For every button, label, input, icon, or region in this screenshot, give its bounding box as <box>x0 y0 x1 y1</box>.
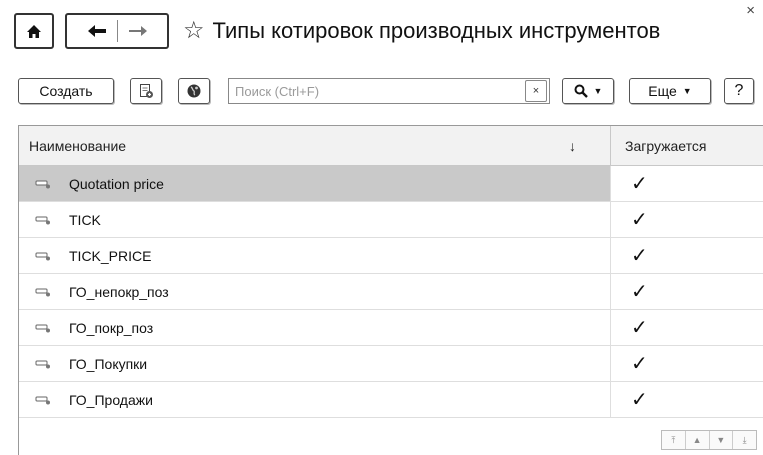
catalog-item-icon <box>35 324 50 332</box>
catalog-item-icon <box>35 360 50 368</box>
name-cell: Quotation price <box>19 166 610 201</box>
back-button[interactable] <box>87 24 107 38</box>
name-cell: ГО_покр_поз <box>19 310 610 345</box>
search-field: × <box>228 78 550 104</box>
checkmark-icon: ✓ <box>610 202 763 237</box>
table-row[interactable]: Quotation price ✓ <box>19 166 763 202</box>
catalog-item-icon <box>35 288 50 296</box>
name-cell: TICK <box>19 202 610 237</box>
name-cell: ГО_Продажи <box>19 382 610 417</box>
list-table: Наименование ↓ Загружается Quotation pri… <box>18 125 763 455</box>
name-cell: ГО_Покупки <box>19 346 610 381</box>
checkmark-icon: ✓ <box>610 382 763 417</box>
chevron-down-icon: ▼ <box>682 86 692 96</box>
row-name: ГО_покр_поз <box>69 319 154 336</box>
search-input[interactable] <box>229 79 525 103</box>
page-title: Типы котировок производных инструментов <box>212 18 661 43</box>
checkmark-icon: ✓ <box>610 238 763 273</box>
forward-button[interactable] <box>128 24 148 38</box>
help-button-label: ? <box>734 82 744 99</box>
row-name: Quotation price <box>69 175 164 192</box>
table-row[interactable]: ГО_Покупки ✓ <box>19 346 763 382</box>
table-header: Наименование ↓ Загружается <box>19 126 763 166</box>
row-name: ГО_Продажи <box>69 391 153 408</box>
clear-search-button[interactable]: × <box>525 80 547 102</box>
checkmark-icon: ✓ <box>610 310 763 345</box>
checkmark-icon: ✓ <box>610 274 763 309</box>
column-header-loaded[interactable]: Загружается <box>610 126 763 166</box>
globe-button[interactable] <box>178 78 210 104</box>
star-outline-icon[interactable]: ☆ <box>183 19 205 43</box>
help-button[interactable]: ? <box>724 78 754 104</box>
magnifier-icon <box>574 84 588 98</box>
create-button[interactable]: Создать <box>18 78 114 104</box>
row-name: ГО_Покупки <box>69 355 148 372</box>
scroll-last-button[interactable]: ⤓ <box>733 431 756 449</box>
home-icon <box>27 24 41 38</box>
catalog-item-icon <box>35 180 50 188</box>
home-button[interactable] <box>14 13 54 49</box>
scroll-first-button[interactable]: ⤒ <box>662 431 686 449</box>
history-nav <box>65 13 169 49</box>
checkmark-icon: ✓ <box>610 166 763 201</box>
more-button-label: Еще <box>648 83 677 99</box>
table-row[interactable]: ГО_непокр_поз ✓ <box>19 274 763 310</box>
column-header-name[interactable]: Наименование <box>29 126 126 166</box>
window: × ☆ Типы котировок производных инструмен… <box>0 0 763 455</box>
catalog-item-icon <box>35 216 50 224</box>
chevron-down-icon: ▼ <box>593 86 603 96</box>
more-button[interactable]: Еще ▼ <box>629 78 711 104</box>
create-button-label: Создать <box>39 83 93 99</box>
scroll-down-button[interactable]: ▼ <box>710 431 734 449</box>
catalog-item-icon <box>35 396 50 404</box>
catalog-item-icon <box>35 252 50 260</box>
table-row[interactable]: ГО_Продажи ✓ <box>19 382 763 418</box>
name-cell: TICK_PRICE <box>19 238 610 273</box>
row-name: ГО_непокр_поз <box>69 283 169 300</box>
scroll-up-button[interactable]: ▲ <box>686 431 710 449</box>
arrow-left-icon <box>87 25 106 37</box>
title-row: ☆ Типы котировок производных инструменто… <box>183 13 660 49</box>
scroll-navigation: ⤒ ▲ ▼ ⤓ <box>661 430 757 450</box>
copy-document-button[interactable] <box>130 78 162 104</box>
find-button[interactable]: ▼ <box>562 78 614 104</box>
divider <box>116 20 118 42</box>
table-row[interactable]: ГО_покр_поз ✓ <box>19 310 763 346</box>
close-icon[interactable]: × <box>746 3 755 18</box>
globe-icon <box>187 84 201 98</box>
table-row[interactable]: TICK_PRICE ✓ <box>19 238 763 274</box>
row-name: TICK_PRICE <box>69 247 152 264</box>
document-copy-icon <box>140 84 153 98</box>
checkmark-icon: ✓ <box>610 346 763 381</box>
sort-arrow-icon: ↓ <box>569 138 576 154</box>
row-name: TICK <box>69 211 101 228</box>
arrow-right-icon <box>128 26 147 36</box>
name-cell: ГО_непокр_поз <box>19 274 610 309</box>
table-body: Quotation price ✓ TICK ✓ TICK_PRICE ✓ ГО… <box>19 166 763 418</box>
table-row[interactable]: TICK ✓ <box>19 202 763 238</box>
